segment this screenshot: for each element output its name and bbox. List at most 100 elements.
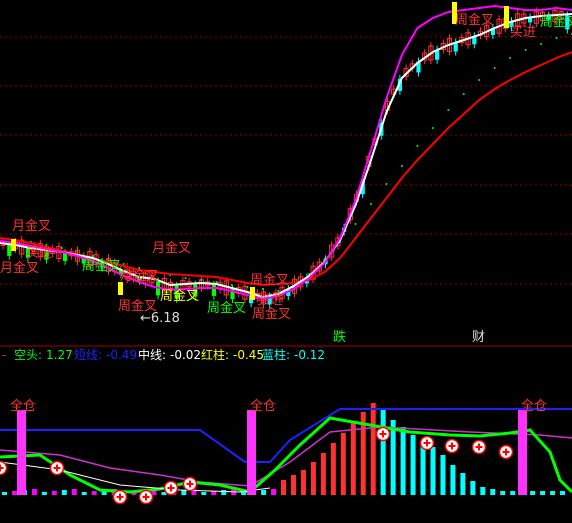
cyan-column <box>530 491 536 495</box>
red-column <box>300 470 306 495</box>
buy-marker-5 <box>504 6 509 28</box>
plus-circle-icon <box>112 489 128 505</box>
cyan-column <box>500 491 506 495</box>
small-column <box>2 492 7 495</box>
green-dot <box>524 49 527 51</box>
small-column <box>81 492 87 495</box>
cyan-column <box>400 427 406 495</box>
legend-kongtou-value: 1.27 <box>46 348 73 362</box>
quancang-label-2: 全仓 <box>250 398 276 414</box>
plus-circle-icon <box>444 438 460 454</box>
green-dot <box>462 93 465 95</box>
stock-chart: 月金叉 买进 月金叉 周金叉 月金叉 月金叉 周金叉 ←6.18 周金叉 周金叉… <box>0 0 572 523</box>
quancang-label-1: 全仓 <box>10 398 36 414</box>
label-maijin-3: 买进 <box>510 25 536 40</box>
cyan-column <box>380 410 386 495</box>
quancang-label-3: 全仓 <box>521 398 547 414</box>
small-column <box>271 489 277 495</box>
plus-circle-icon <box>49 460 65 476</box>
legend-lanzhu-name: 蓝柱: <box>262 347 290 362</box>
green-dot <box>385 183 388 185</box>
label-zhoujincha-4: 周金叉 <box>207 300 246 316</box>
green-dot <box>478 79 481 81</box>
small-column <box>71 489 77 495</box>
label-yuejincha-2: 月金叉 <box>0 260 39 276</box>
plus-circle-icon <box>498 444 514 460</box>
green-dot <box>184 277 187 279</box>
green-dot <box>277 290 280 292</box>
cyan-column <box>430 447 436 495</box>
legend-kongtou-name: 空头: <box>14 348 42 362</box>
small-column <box>221 490 227 495</box>
cyan-column <box>460 473 466 495</box>
label-zhoujincha-7: 周金叉 <box>455 12 494 28</box>
legend-hongzhu-value: -0.45 <box>233 348 264 362</box>
green-dot <box>230 284 233 286</box>
small-column <box>51 491 57 495</box>
green-dot <box>370 203 373 205</box>
plus-circle-icon <box>419 435 435 451</box>
label-zhoujincha-8: 周金叉 <box>540 14 572 30</box>
red-column <box>310 462 316 495</box>
green-dot <box>431 127 434 129</box>
red-column <box>340 433 346 495</box>
cyan-column <box>540 491 546 495</box>
small-column <box>201 492 207 495</box>
cyan-column <box>510 491 516 495</box>
green-dot <box>540 43 543 45</box>
plus-circle-icon <box>471 439 487 455</box>
green-dot <box>400 165 403 167</box>
red-column <box>281 480 287 495</box>
label-yuejincha-3: 月金叉 <box>152 240 191 256</box>
green-dot <box>354 223 357 225</box>
green-dot <box>493 67 496 69</box>
label-maijin-2: 买进 <box>257 293 283 308</box>
quancang-bar-1 <box>17 410 26 495</box>
green-dot <box>91 255 94 257</box>
cyan-column <box>390 420 396 495</box>
green-dot <box>122 263 125 265</box>
red-column <box>330 443 336 495</box>
green-dot <box>199 279 202 281</box>
cyan-column <box>410 435 416 495</box>
quancang-bar-3 <box>518 410 527 495</box>
quancang-bar-2 <box>247 410 256 495</box>
cyan-column <box>440 455 446 495</box>
buy-marker-3 <box>250 287 255 300</box>
legend-lanzhu-value: -0.12 <box>294 348 325 362</box>
red-column <box>320 453 326 495</box>
red-column <box>370 403 376 495</box>
green-dot <box>60 247 63 249</box>
label-zhoujincha-1: 周金叉 <box>82 258 121 274</box>
small-column <box>11 491 17 495</box>
label-yuejincha-1: 月金叉 <box>12 218 51 234</box>
indicator-legend: - 空头: 1.27 短线: -0.49 中线: -0.02 红柱: -0.45… <box>2 347 325 362</box>
marker-cai: 财 <box>472 330 485 345</box>
marker-die: 跌 <box>333 329 346 345</box>
buy-marker-1 <box>11 239 16 251</box>
legend-duanxian-name: 短线: <box>74 348 102 362</box>
label-zhoujincha-6: 周金叉 <box>252 306 291 322</box>
legend-dash: - <box>2 348 6 362</box>
cyan-column <box>560 491 566 495</box>
cyan-column <box>550 491 556 495</box>
small-column <box>91 491 97 495</box>
green-dot <box>509 57 512 59</box>
plus-circle-icon <box>182 476 198 492</box>
plus-circle-icon <box>163 480 179 496</box>
label-zhoujincha-2: 周金叉 <box>160 288 199 304</box>
legend-duanxian-value: -0.49 <box>106 348 137 362</box>
cyan-column <box>470 481 476 495</box>
legend-zhongxian-name: 中线: <box>138 347 166 362</box>
small-column <box>181 490 187 495</box>
green-dot <box>416 145 419 147</box>
red-column <box>350 423 356 495</box>
label-yuejincha-4: 月金叉 <box>120 268 159 284</box>
label-maijin-1: 买进 <box>26 246 52 261</box>
small-column <box>261 490 267 495</box>
legend-zhongxian-value: -0.02 <box>170 348 201 362</box>
small-column <box>31 489 37 495</box>
small-column <box>61 490 67 495</box>
label-zhoujincha-3: 周金叉 <box>118 298 157 314</box>
legend-hongzhu-name: 红柱: <box>201 347 229 362</box>
